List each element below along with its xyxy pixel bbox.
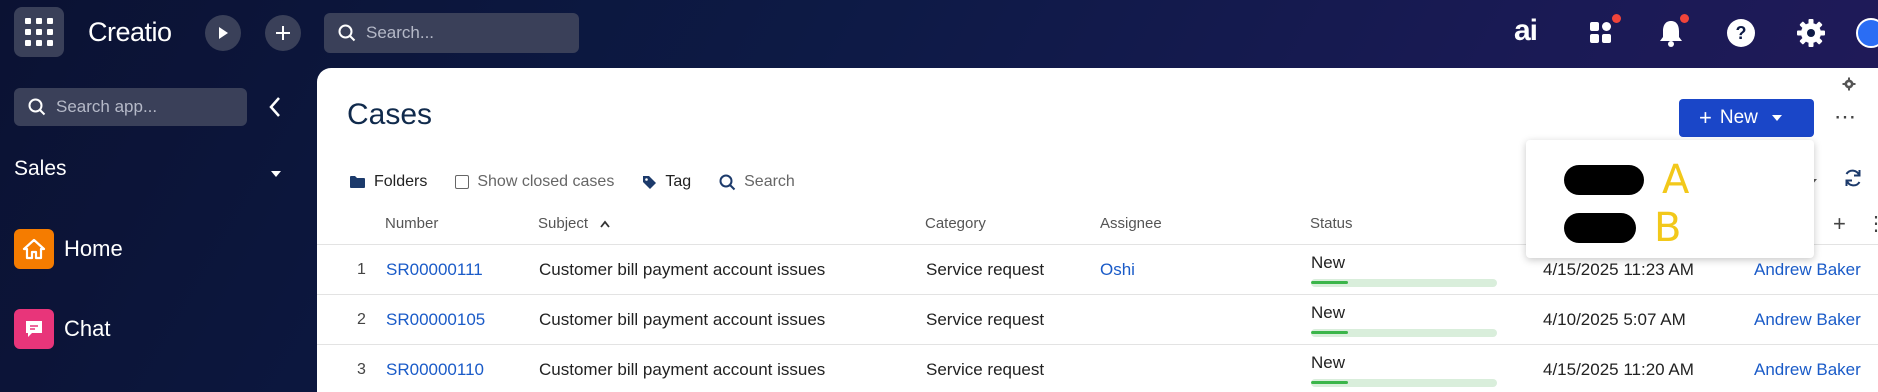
status-cell: New	[1311, 303, 1497, 337]
owner-link[interactable]: Andrew Baker	[1754, 360, 1861, 380]
svg-text:?: ?	[1736, 23, 1747, 43]
settings-icon[interactable]	[1842, 77, 1856, 96]
checkbox-icon	[455, 175, 470, 189]
column-header-subject[interactable]: Subject	[538, 215, 610, 232]
run-process-button[interactable]	[205, 15, 241, 51]
search-icon	[719, 174, 736, 190]
play-icon	[219, 27, 228, 39]
tag-button[interactable]: Tag	[642, 173, 691, 191]
owner-link[interactable]: Andrew Baker	[1754, 260, 1861, 280]
column-header-assignee[interactable]: Assignee	[1100, 215, 1162, 232]
row-index: 3	[357, 361, 366, 378]
status-text: New	[1311, 353, 1346, 372]
category-cell: Service request	[926, 260, 1045, 279]
subject-cell: Customer bill payment account issues	[539, 310, 826, 329]
status-progress-bar	[1311, 379, 1497, 387]
folder-icon	[350, 176, 365, 188]
column-header-label: Subject	[538, 215, 589, 232]
top-bar: Creatio Search... ai ?	[0, 0, 1878, 66]
tag-label: Tag	[665, 173, 692, 190]
owner-link[interactable]: Andrew Baker	[1754, 310, 1861, 330]
filter-bar: Folders Show closed cases Tag Search	[349, 168, 823, 196]
case-number-link[interactable]: SR00000110	[386, 360, 484, 380]
user-avatar[interactable]	[1856, 18, 1878, 48]
app-search-input[interactable]: Search app...	[14, 88, 247, 126]
chevron-down-icon[interactable]	[270, 165, 282, 183]
main-panel: Cases + New ⋯ A B Folders Show closed ca…	[317, 68, 1878, 392]
app-search-placeholder: Search app...	[56, 97, 158, 116]
status-cell: New	[1311, 253, 1497, 287]
column-menu-icon[interactable]: ⋮	[1866, 211, 1878, 236]
date-cell: 4/15/2025 11:23 AM	[1543, 260, 1694, 279]
row-index: 1	[357, 261, 366, 278]
category-cell: Service request	[926, 310, 1045, 329]
create-button[interactable]	[265, 15, 301, 51]
apps-icon[interactable]	[1584, 14, 1621, 50]
column-header-status[interactable]: Status	[1310, 215, 1353, 232]
folders-label: Folders	[374, 173, 428, 190]
home-icon	[14, 229, 54, 269]
collapse-sidebar-button[interactable]	[268, 96, 282, 123]
subject-cell: Customer bill payment account issues	[539, 260, 826, 279]
list-search-placeholder: Search	[744, 173, 795, 190]
global-search-input[interactable]: Search...	[324, 13, 579, 53]
dropdown-item-b[interactable]: B	[1564, 208, 1681, 248]
add-column-icon[interactable]: +	[1833, 211, 1846, 237]
status-cell: New	[1311, 353, 1497, 387]
date-cell: 4/10/2025 5:07 AM	[1543, 310, 1686, 329]
new-dropdown-menu: A B	[1526, 140, 1814, 258]
folders-button[interactable]: Folders	[349, 173, 427, 191]
bell-icon[interactable]	[1654, 14, 1689, 50]
new-button-label: New	[1719, 107, 1758, 128]
sort-ascending-icon	[600, 220, 610, 228]
search-icon	[28, 98, 46, 116]
plus-icon	[276, 26, 290, 40]
row-index: 2	[357, 311, 366, 328]
subject-cell: Customer bill payment account issues	[539, 360, 826, 379]
help-icon[interactable]: ?	[1724, 16, 1758, 50]
more-options-icon[interactable]: ⋯	[1834, 104, 1857, 130]
show-closed-cases-checkbox[interactable]: Show closed cases	[455, 173, 614, 191]
workplace-selector[interactable]: Sales	[14, 157, 67, 181]
chat-icon	[14, 309, 54, 349]
table-row[interactable]: 2 SR00000105 Customer bill payment accou…	[317, 295, 1878, 345]
sidebar-item-home[interactable]: Home	[14, 229, 123, 269]
plus-icon: +	[1699, 105, 1712, 130]
category-cell: Service request	[926, 360, 1045, 379]
table-row[interactable]: 3 SR00000110 Customer bill payment accou…	[317, 345, 1878, 392]
dropdown-item-label: B	[1654, 205, 1682, 251]
chevron-down-icon	[1771, 115, 1782, 121]
status-text: New	[1311, 253, 1346, 272]
date-cell: 4/15/2025 11:20 AM	[1543, 360, 1694, 379]
redacted-label	[1564, 213, 1636, 243]
redacted-label	[1564, 165, 1644, 195]
dropdown-item-label: A	[1662, 157, 1690, 203]
list-search-input[interactable]: Search	[719, 173, 795, 191]
dropdown-item-a[interactable]: A	[1564, 160, 1689, 200]
grid-icon	[25, 18, 53, 46]
case-number-link[interactable]: SR00000111	[386, 260, 483, 280]
app-launcher-button[interactable]	[14, 7, 64, 57]
search-placeholder: Search...	[366, 23, 435, 42]
gear-icon[interactable]	[1794, 16, 1828, 50]
ai-button[interactable]: ai	[1514, 14, 1538, 48]
case-number-link[interactable]: SR00000105	[386, 310, 485, 330]
new-button[interactable]: + New	[1679, 99, 1814, 137]
page-title: Cases	[347, 98, 433, 131]
status-text: New	[1311, 303, 1346, 322]
assignee-link[interactable]: Oshi	[1100, 260, 1135, 280]
status-progress-bar	[1311, 329, 1497, 337]
column-header-number[interactable]: Number	[385, 215, 438, 232]
refresh-icon[interactable]	[1843, 168, 1863, 193]
search-icon	[338, 24, 356, 42]
tag-icon	[643, 175, 657, 189]
sidebar-item-label: Home	[64, 236, 123, 261]
column-header-category[interactable]: Category	[925, 215, 986, 232]
sidebar-item-chat[interactable]: Chat	[14, 309, 110, 349]
chevron-left-icon	[269, 97, 280, 117]
status-progress-bar	[1311, 279, 1497, 287]
sidebar-item-label: Chat	[64, 316, 111, 341]
logo: Creatio	[88, 17, 172, 47]
show-closed-label: Show closed cases	[477, 173, 615, 190]
